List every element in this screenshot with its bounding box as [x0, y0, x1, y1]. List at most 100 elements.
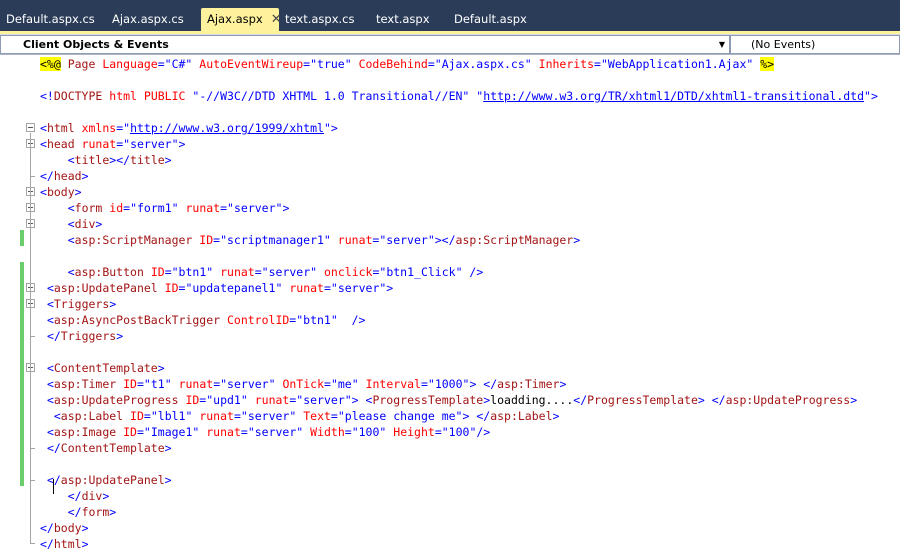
- code-line[interactable]: <%@ Page Language="C#" AutoEventWireup="…: [40, 56, 775, 72]
- code-token: "scriptmanager1": [220, 233, 331, 247]
- code-line[interactable]: </head>: [40, 168, 89, 184]
- code-line[interactable]: <Triggers>: [40, 296, 116, 312]
- code-token: </: [46, 329, 61, 343]
- code-token: >: [81, 537, 89, 551]
- code-token: runat: [220, 265, 255, 279]
- code-line[interactable]: <body>: [40, 184, 82, 200]
- code-token: http://www.w3.org/TR/xhtml1/DTD/xhtml1-t…: [483, 89, 865, 103]
- code-editor[interactable]: <%@ Page Language="C#" AutoEventWireup="…: [0, 56, 900, 558]
- code-token: asp:UpdatePanel: [60, 473, 165, 487]
- code-token: =: [157, 57, 165, 71]
- code-token: xmlns: [81, 121, 117, 135]
- code-token: DOCTYPE: [53, 89, 103, 103]
- code-line[interactable]: <asp:UpdatePanel ID = "updatepanel1" runat…: [40, 280, 393, 296]
- code-token: >: [164, 441, 172, 455]
- code-line[interactable]: </Triggers>: [40, 328, 123, 344]
- code-token: "Ajax.aspx.cs": [434, 57, 532, 71]
- code-token: ": [323, 121, 331, 135]
- code-token: <: [67, 265, 75, 279]
- code-token: body: [46, 185, 75, 199]
- code-token: Interval: [365, 377, 421, 391]
- code-line[interactable]: <asp:ScriptManager ID="scriptmanager1" r…: [40, 232, 580, 248]
- code-token: <: [46, 377, 54, 391]
- code-token: "-//W3C//DTD XHTML 1.0 Transitional//EN": [192, 89, 470, 103]
- code-line[interactable]: <div>: [40, 216, 103, 232]
- change-indicator: [20, 230, 24, 246]
- code-token: <: [46, 281, 54, 295]
- code-line[interactable]: <!DOCTYPE html PUBLIC "-//W3C//DTD XHTML…: [40, 88, 878, 104]
- tab-text-aspx-cs[interactable]: text.aspx.cs: [279, 8, 364, 31]
- tab-text-aspx[interactable]: text.aspx: [370, 8, 440, 31]
- code-token: asp:AsyncPostBackTrigger: [53, 313, 221, 327]
- code-line[interactable]: </html>: [40, 536, 89, 552]
- collapse-html-icon[interactable]: [26, 123, 35, 132]
- code-line[interactable]: <ContentTemplate>: [40, 360, 165, 376]
- navigation-bar: Client Objects & Events ▼ (No Events): [0, 34, 900, 55]
- code-token: ID: [150, 265, 165, 279]
- code-line[interactable]: <title></title>: [40, 152, 172, 168]
- events-dropdown[interactable]: (No Events): [730, 35, 900, 54]
- code-line[interactable]: </div>: [40, 488, 110, 504]
- tab-ajax-aspx[interactable]: Ajax.aspx ✕: [201, 8, 282, 31]
- code-token: "server": [379, 233, 435, 247]
- code-line[interactable]: <html xmlns="http://www.w3.org/1999/xhtm…: [40, 120, 338, 136]
- code-line[interactable]: </ContentTemplate>: [40, 440, 172, 456]
- tab-default-aspx[interactable]: Default.aspx: [448, 8, 538, 31]
- code-token: "updatepanel1": [185, 281, 283, 295]
- code-token: "t1": [143, 377, 172, 391]
- code-token: Inherits: [538, 57, 595, 71]
- tab-ajax-aspx-cs[interactable]: Ajax.aspx.cs: [106, 8, 196, 31]
- text-caret: [53, 479, 54, 494]
- chevron-down-icon[interactable]: ▼: [717, 38, 727, 51]
- code-line[interactable]: </asp:UpdatePanel>: [40, 472, 172, 488]
- code-token: runat: [206, 425, 241, 439]
- code-token: </: [40, 169, 54, 183]
- code-token: Page: [60, 57, 103, 71]
- code-line[interactable]: <asp:UpdateProgress ID="upd1" runat="ser…: [40, 392, 857, 408]
- tab-label: Default.aspx: [454, 12, 527, 26]
- code-token: />: [337, 313, 366, 327]
- code-line[interactable]: <asp:Timer ID="t1" runat="server" OnTick…: [40, 376, 566, 392]
- code-token: Language: [102, 57, 158, 71]
- objects-dropdown[interactable]: Client Objects & Events ▼: [0, 35, 730, 54]
- code-token: <: [40, 121, 47, 135]
- code-token: %>: [760, 57, 775, 71]
- code-line[interactable]: </body>: [40, 520, 89, 536]
- code-token: >: [164, 153, 172, 167]
- code-line[interactable]: </form>: [40, 504, 117, 520]
- tab-default-aspx-cs[interactable]: Default.aspx.cs: [0, 8, 100, 31]
- code-token: title: [74, 153, 110, 167]
- code-token: <: [40, 137, 47, 151]
- code-line[interactable]: <asp:Button ID="btn1" runat="server" onc…: [40, 264, 484, 280]
- code-token: "server": [247, 425, 304, 439]
- code-token: asp:Timer: [497, 377, 560, 391]
- code-token: ProgressTemplate: [587, 393, 698, 407]
- document-tab-strip: Default.aspx.cs Ajax.aspx.cs Ajax.aspx ✕ …: [0, 0, 900, 31]
- code-line[interactable]: <asp:Image ID="Image1" runat="server" Wi…: [40, 424, 490, 440]
- code-token: Triggers: [53, 297, 110, 311]
- code-line[interactable]: <asp:AsyncPostBackTrigger ControlID="btn…: [40, 312, 366, 328]
- code-token: =: [427, 57, 435, 71]
- code-line[interactable]: <form id="form1" runat="server">: [40, 200, 290, 216]
- tab-label: text.aspx.cs: [285, 12, 355, 26]
- code-line[interactable]: <head runat="server">: [40, 136, 185, 152]
- code-token: Width: [310, 425, 345, 439]
- code-token: asp:ScriptManager: [74, 233, 193, 247]
- code-token: >: [109, 297, 117, 311]
- code-token: "server": [330, 281, 387, 295]
- code-token: >: [95, 217, 103, 231]
- fold-end-marker: [30, 543, 35, 544]
- code-line[interactable]: <asp:Label ID="lbl1" runat="server" Text…: [40, 408, 560, 424]
- code-token: title: [130, 153, 165, 167]
